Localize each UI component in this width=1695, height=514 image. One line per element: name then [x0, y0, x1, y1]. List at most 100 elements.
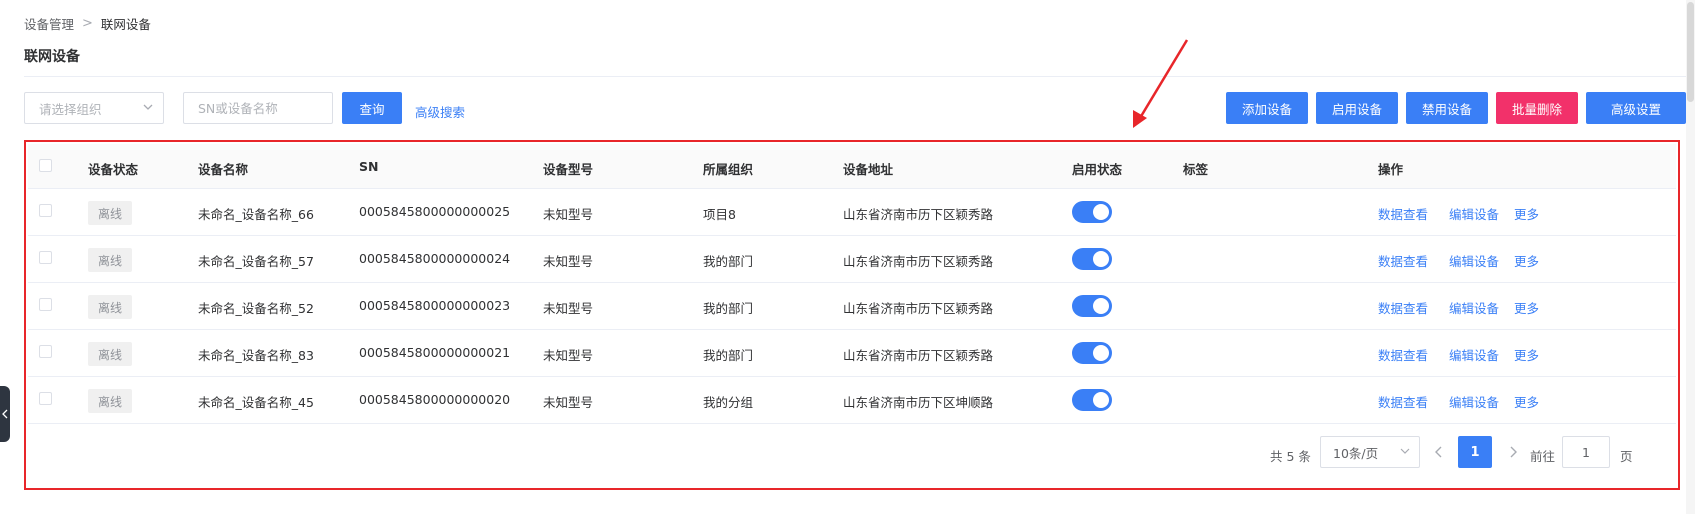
device-model: 未知型号 — [543, 207, 594, 222]
view-data-link[interactable]: 数据查看 — [1378, 204, 1428, 223]
view-data-link[interactable]: 数据查看 — [1378, 392, 1428, 411]
next-page-button[interactable] — [1504, 442, 1522, 462]
scrollbar[interactable] — [1686, 0, 1695, 514]
chevron-down-icon — [1400, 448, 1410, 454]
header-enabled: 启用状态 — [1072, 162, 1123, 177]
edit-device-link[interactable]: 编辑设备 — [1449, 251, 1499, 270]
row-checkbox[interactable] — [39, 204, 52, 217]
view-data-link[interactable]: 数据查看 — [1378, 251, 1428, 270]
device-sn: 0005845800000000025 — [359, 204, 511, 219]
org-select-placeholder: 请选择组织 — [39, 101, 102, 117]
device-sn: 0005845800000000020 — [359, 392, 511, 407]
status-badge: 离线 — [88, 342, 132, 366]
enable-toggle[interactable] — [1072, 201, 1112, 223]
enable-toggle[interactable] — [1072, 295, 1112, 317]
select-all-checkbox[interactable] — [39, 159, 52, 172]
advanced-search-link[interactable]: 高级搜索 — [415, 102, 465, 121]
page-title: 联网设备 — [24, 49, 80, 65]
device-org: 项目8 — [703, 207, 736, 222]
enable-toggle[interactable] — [1072, 248, 1112, 270]
enable-toggle[interactable] — [1072, 342, 1112, 364]
table-row: 离线 未命名_设备名称_83 0005845800000000021 未知型号 … — [28, 330, 1676, 377]
add-device-button[interactable]: 添加设备 — [1226, 92, 1308, 124]
device-org: 我的部门 — [703, 254, 754, 269]
device-sn: 0005845800000000023 — [359, 298, 511, 313]
current-page-button[interactable]: 1 — [1458, 436, 1492, 468]
more-link[interactable]: 更多 — [1514, 392, 1539, 411]
edit-device-link[interactable]: 编辑设备 — [1449, 298, 1499, 317]
breadcrumb-current: 联网设备 — [100, 17, 151, 32]
edit-device-link[interactable]: 编辑设备 — [1449, 392, 1499, 411]
device-org: 我的部门 — [703, 348, 754, 363]
status-badge: 离线 — [88, 201, 132, 225]
collapse-arrow-icon — [2, 409, 8, 419]
device-address: 山东省济南市历下区颖秀路 — [843, 254, 994, 269]
enable-device-button[interactable]: 启用设备 — [1316, 92, 1398, 124]
more-link[interactable]: 更多 — [1514, 204, 1539, 223]
device-sn: 0005845800000000021 — [359, 345, 511, 360]
prev-page-button[interactable] — [1430, 442, 1448, 462]
status-badge: 离线 — [88, 248, 132, 272]
toggle-knob — [1093, 298, 1109, 314]
goto-page-input[interactable] — [1562, 436, 1610, 468]
row-checkbox[interactable] — [39, 298, 52, 311]
table-row: 离线 未命名_设备名称_66 0005845800000000025 未知型号 … — [28, 189, 1676, 236]
query-button[interactable]: 查询 — [342, 92, 402, 124]
goto-label: 前往 — [1530, 449, 1556, 464]
header-sn: SN — [359, 159, 379, 174]
view-data-link[interactable]: 数据查看 — [1378, 345, 1428, 364]
header-tags: 标签 — [1183, 162, 1209, 177]
row-checkbox[interactable] — [39, 345, 52, 358]
page-suffix: 页 — [1620, 449, 1633, 464]
header-status: 设备状态 — [88, 162, 139, 177]
table-row: 离线 未命名_设备名称_52 0005845800000000023 未知型号 … — [28, 283, 1676, 330]
device-table: 设备状态 设备名称 SN 设备型号 所属组织 设备地址 启用状态 标签 操作 离… — [24, 140, 1680, 490]
status-badge: 离线 — [88, 389, 132, 413]
disable-device-button[interactable]: 禁用设备 — [1406, 92, 1488, 124]
breadcrumb: 设备管理 > 联网设备 — [24, 14, 151, 33]
edit-device-link[interactable]: 编辑设备 — [1449, 345, 1499, 364]
more-link[interactable]: 更多 — [1514, 345, 1539, 364]
header-name: 设备名称 — [198, 162, 249, 177]
search-input[interactable] — [183, 92, 333, 124]
toggle-knob — [1093, 204, 1109, 220]
device-sn: 0005845800000000024 — [359, 251, 511, 266]
device-name: 未命名_设备名称_52 — [198, 301, 314, 316]
device-org: 我的部门 — [703, 301, 754, 316]
sidebar-collapse-handle[interactable] — [0, 386, 10, 442]
device-model: 未知型号 — [543, 254, 594, 269]
header-org: 所属组织 — [703, 162, 754, 177]
pagination-total: 共 5 条 — [1270, 449, 1311, 464]
header-address: 设备地址 — [843, 162, 894, 177]
device-model: 未知型号 — [543, 301, 594, 316]
device-address: 山东省济南市历下区颖秀路 — [843, 348, 994, 363]
scrollbar-thumb[interactable] — [1687, 2, 1694, 102]
enable-toggle[interactable] — [1072, 389, 1112, 411]
row-checkbox[interactable] — [39, 251, 52, 264]
batch-delete-button[interactable]: 批量删除 — [1496, 92, 1578, 124]
more-link[interactable]: 更多 — [1514, 298, 1539, 317]
device-address: 山东省济南市历下区颖秀路 — [843, 301, 994, 316]
edit-device-link[interactable]: 编辑设备 — [1449, 204, 1499, 223]
status-badge: 离线 — [88, 295, 132, 319]
breadcrumb-root[interactable]: 设备管理 — [24, 14, 74, 33]
header-model: 设备型号 — [543, 162, 594, 177]
more-link[interactable]: 更多 — [1514, 251, 1539, 270]
table-row: 离线 未命名_设备名称_57 0005845800000000024 未知型号 … — [28, 236, 1676, 283]
toggle-knob — [1093, 251, 1109, 267]
device-name: 未命名_设备名称_66 — [198, 207, 314, 222]
row-checkbox[interactable] — [39, 392, 52, 405]
advanced-settings-button[interactable]: 高级设置 — [1586, 92, 1686, 124]
view-data-link[interactable]: 数据查看 — [1378, 298, 1428, 317]
chevron-down-icon — [143, 104, 153, 110]
page-size-select[interactable]: 10条/页 — [1320, 436, 1420, 468]
device-address: 山东省济南市历下区坤顺路 — [843, 395, 994, 410]
table-header: 设备状态 设备名称 SN 设备型号 所属组织 设备地址 启用状态 标签 操作 — [28, 144, 1676, 189]
device-name: 未命名_设备名称_45 — [198, 395, 314, 410]
device-model: 未知型号 — [543, 395, 594, 410]
device-name: 未命名_设备名称_83 — [198, 348, 314, 363]
table-row: 离线 未命名_设备名称_45 0005845800000000020 未知型号 … — [28, 377, 1676, 424]
org-select[interactable]: 请选择组织 — [24, 92, 164, 124]
breadcrumb-separator: > — [82, 16, 93, 31]
page-size-value: 10条/页 — [1333, 445, 1379, 461]
